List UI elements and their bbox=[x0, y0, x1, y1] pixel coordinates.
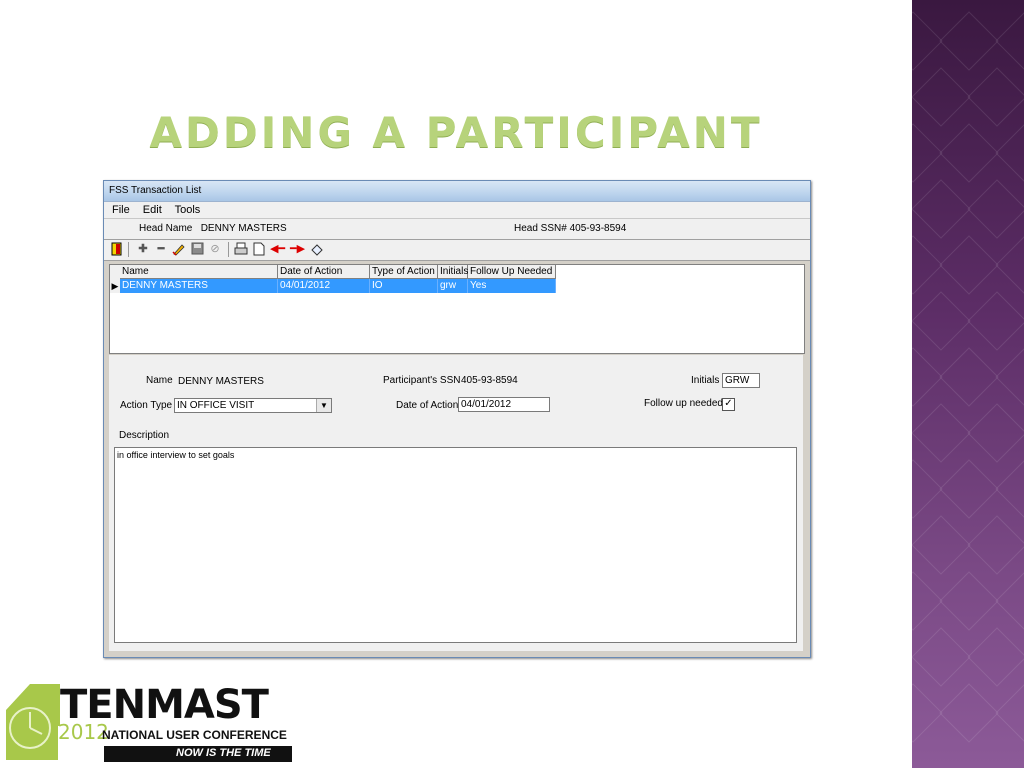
action-type-label: Action Type bbox=[120, 400, 173, 411]
description-value: in office interview to set goals bbox=[117, 450, 235, 460]
eraser-icon[interactable] bbox=[310, 242, 324, 256]
menu-bar: File Edit Tools bbox=[104, 202, 810, 219]
initials-field[interactable]: GRW bbox=[722, 373, 760, 388]
decorative-diamond bbox=[912, 459, 943, 519]
column-header-name[interactable]: Name bbox=[120, 265, 278, 279]
menu-edit[interactable]: Edit bbox=[143, 204, 162, 216]
decorative-diamond bbox=[912, 627, 971, 687]
tenmast-logo: TENMAST 2012 NATIONAL USER CONFERENCE NO… bbox=[4, 680, 294, 764]
toolbar-separator bbox=[228, 242, 229, 257]
decorative-diamond bbox=[995, 11, 1024, 71]
follow-up-needed-checkbox[interactable]: ✓ bbox=[722, 398, 735, 411]
fss-transaction-window: FSS Transaction List File Edit Tools Hea… bbox=[103, 180, 811, 658]
decorative-diamond bbox=[939, 459, 999, 519]
chevron-down-icon[interactable]: ▼ bbox=[316, 399, 331, 412]
decorative-diamond bbox=[939, 11, 999, 71]
decorative-diamond bbox=[967, 515, 1024, 575]
head-info-bar: Head Name DENNY MASTERS Head SSN# 405-93… bbox=[104, 219, 810, 240]
toolbar-separator bbox=[128, 242, 129, 257]
exit-icon[interactable] bbox=[110, 242, 124, 256]
decorative-diamond bbox=[967, 627, 1024, 687]
decorative-diamond bbox=[995, 123, 1024, 183]
decorative-diamond bbox=[995, 459, 1024, 519]
logo-line2: NOW IS THE TIME bbox=[176, 747, 271, 759]
description-textarea[interactable]: in office interview to set goals bbox=[114, 447, 797, 643]
cancel-icon[interactable]: ⊘ bbox=[208, 242, 222, 256]
decorative-diamond bbox=[967, 403, 1024, 463]
column-header-date-of-action[interactable]: Date of Action bbox=[278, 265, 370, 279]
participant-ssn-value: 405-93-8594 bbox=[461, 375, 518, 386]
decorative-diamond bbox=[912, 571, 943, 631]
table-row-cell-name[interactable]: DENNY MASTERS bbox=[120, 279, 278, 293]
detail-form: Name DENNY MASTERS Participant's SSN 405… bbox=[109, 355, 803, 651]
action-type-select[interactable]: IN OFFICE VISIT ▼ bbox=[174, 398, 332, 413]
head-ssn-label: Head SSN# bbox=[514, 223, 567, 234]
column-header-type-of-action[interactable]: Type of Action bbox=[370, 265, 438, 279]
decorative-diamond bbox=[939, 347, 999, 407]
table-row-cell-date[interactable]: 04/01/2012 bbox=[278, 279, 370, 293]
remove-icon[interactable]: ━ bbox=[154, 242, 168, 256]
table-row-cell-type[interactable]: IO bbox=[370, 279, 438, 293]
print-icon[interactable] bbox=[234, 242, 248, 256]
decorative-diamond bbox=[939, 123, 999, 183]
decorative-diamond bbox=[912, 11, 943, 71]
next-icon[interactable]: ━▶ bbox=[290, 242, 305, 256]
logo-line1: NATIONAL USER CONFERENCE bbox=[102, 728, 287, 742]
window-title: FSS Transaction List bbox=[109, 185, 202, 196]
follow-up-needed-label: Follow up needed bbox=[644, 398, 723, 409]
decorative-diamond bbox=[995, 235, 1024, 295]
menu-tools[interactable]: Tools bbox=[175, 204, 201, 216]
head-name: Head Name DENNY MASTERS bbox=[139, 219, 287, 239]
initials-label: Initials bbox=[691, 375, 720, 386]
decorative-diamond bbox=[912, 515, 971, 575]
decorative-diamond bbox=[995, 571, 1024, 631]
decorative-diamond bbox=[912, 179, 971, 239]
decorative-diamond bbox=[995, 683, 1024, 743]
decorative-diamond bbox=[912, 67, 971, 127]
head-name-label: Head Name bbox=[139, 223, 193, 234]
decorative-diamond bbox=[995, 347, 1024, 407]
decorative-diamond bbox=[912, 123, 943, 183]
toolbar: ✚ ━ ⊘ ◀━ ━▶ bbox=[104, 240, 810, 261]
head-ssn: Head SSN# 405-93-8594 bbox=[514, 219, 626, 239]
add-icon[interactable]: ✚ bbox=[136, 242, 150, 256]
edit-icon[interactable] bbox=[172, 242, 186, 256]
decorative-diamond bbox=[912, 403, 971, 463]
save-icon[interactable] bbox=[190, 242, 204, 256]
decorative-diamond bbox=[939, 571, 999, 631]
menu-file[interactable]: File bbox=[112, 204, 130, 216]
description-label: Description bbox=[119, 430, 170, 441]
name-label: Name bbox=[146, 375, 173, 386]
decorative-diamond bbox=[939, 235, 999, 295]
previous-icon[interactable]: ◀━ bbox=[270, 242, 285, 256]
decorative-diamond bbox=[912, 235, 943, 295]
action-type-value: IN OFFICE VISIT bbox=[177, 400, 255, 411]
participant-ssn-label: Participant's SSN bbox=[383, 375, 461, 386]
head-ssn-value: 405-93-8594 bbox=[569, 223, 627, 234]
date-of-action-label: Date of Action bbox=[396, 400, 459, 411]
decorative-diamond bbox=[912, 291, 971, 351]
decorative-diamond bbox=[939, 683, 999, 743]
slide-title: ADDING A PARTICIPANT bbox=[149, 108, 763, 157]
decorative-side-strip bbox=[912, 0, 1024, 768]
transaction-grid: Name Date of Action Type of Action Initi… bbox=[109, 264, 805, 354]
date-of-action-field[interactable]: 04/01/2012 bbox=[458, 397, 550, 412]
decorative-diamond bbox=[912, 683, 943, 743]
decorative-diamond bbox=[912, 347, 943, 407]
column-header-follow-up-needed[interactable]: Follow Up Needed bbox=[468, 265, 556, 279]
decorative-diamond bbox=[967, 179, 1024, 239]
table-row-cell-follow-up[interactable]: Yes bbox=[468, 279, 556, 293]
column-header-initials[interactable]: Initials bbox=[438, 265, 468, 279]
name-value: DENNY MASTERS bbox=[178, 376, 264, 387]
head-name-value: DENNY MASTERS bbox=[200, 223, 287, 234]
new-document-icon[interactable] bbox=[252, 242, 266, 256]
window-title-bar[interactable]: FSS Transaction List bbox=[104, 181, 810, 202]
table-row-cell-initials[interactable]: grw bbox=[438, 279, 468, 293]
decorative-diamond bbox=[967, 67, 1024, 127]
decorative-diamond bbox=[967, 291, 1024, 351]
